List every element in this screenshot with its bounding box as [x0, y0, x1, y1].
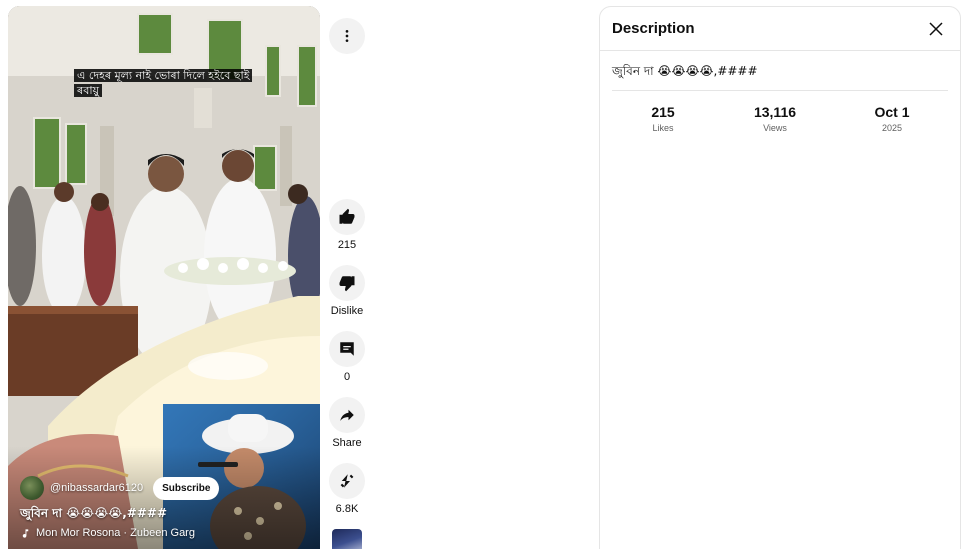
comment-count: 0: [343, 371, 351, 383]
stat-likes: 215 Likes: [612, 104, 714, 133]
dislike-label: Dislike: [330, 305, 364, 317]
close-icon: [929, 21, 943, 36]
video-overlay-caption: এ দেহৰ মূল্য নাই ভোৰা দিলে হইবে ছাই ৰবায…: [74, 68, 253, 98]
stat-date: Oct 1 2025: [836, 104, 948, 133]
description-header: Description: [600, 7, 960, 51]
comment-icon: [340, 342, 354, 356]
remix-count: 6.8K: [335, 503, 359, 515]
sound-thumbnail[interactable]: [332, 529, 362, 549]
shorts-video-player[interactable]: এ দেহৰ মূল্য নাই ভোৰা দিলে হইবে ছাই ৰবায…: [8, 6, 320, 549]
video-title[interactable]: জুবিন দা 😭😭😭😭,####: [20, 505, 167, 525]
stat-views-label: Views: [763, 123, 787, 133]
channel-handle[interactable]: @nibassardar6120: [50, 482, 143, 494]
channel-avatar[interactable]: [20, 476, 44, 500]
share-icon: [340, 409, 354, 421]
channel-row: @nibassardar6120 Subscribe: [20, 476, 220, 500]
music-label: Mon Mor Rosona · Zubeen Garg: [36, 527, 195, 539]
remix-icon: [340, 474, 354, 488]
remix-button[interactable]: [329, 463, 365, 499]
stat-date-year: 2025: [881, 123, 903, 133]
description-title: Description: [612, 20, 695, 37]
more-options-button[interactable]: [329, 18, 365, 54]
description-text: জুবিন দা 😭😭😭😭,####: [612, 64, 758, 78]
description-panel: Description জুবিন দা 😭😭😭😭,#### 215 Likes…: [599, 6, 961, 549]
music-row[interactable]: Mon Mor Rosona · Zubeen Garg: [20, 527, 195, 539]
share-label: Share: [332, 437, 362, 449]
dislike-button[interactable]: [329, 265, 365, 301]
stat-likes-label: Likes: [652, 123, 674, 133]
thumb-up-icon: [339, 208, 355, 224]
music-note-icon: [22, 528, 29, 538]
stat-views-value: 13,116: [753, 104, 797, 120]
stat-likes-value: 215: [651, 104, 675, 120]
stat-date-value: Oct 1: [874, 104, 910, 120]
close-description-button[interactable]: [924, 17, 948, 41]
subscribe-button[interactable]: Subscribe: [153, 476, 220, 500]
stat-views: 13,116 Views: [714, 104, 836, 133]
share-button[interactable]: [329, 397, 365, 433]
comments-button[interactable]: [329, 331, 365, 367]
like-count: 215: [337, 239, 357, 251]
like-button[interactable]: [329, 199, 365, 235]
description-stats: 215 Likes 13,116 Views Oct 1 2025: [600, 91, 960, 133]
more-vert-icon: [345, 30, 349, 42]
thumb-down-icon: [339, 276, 355, 292]
